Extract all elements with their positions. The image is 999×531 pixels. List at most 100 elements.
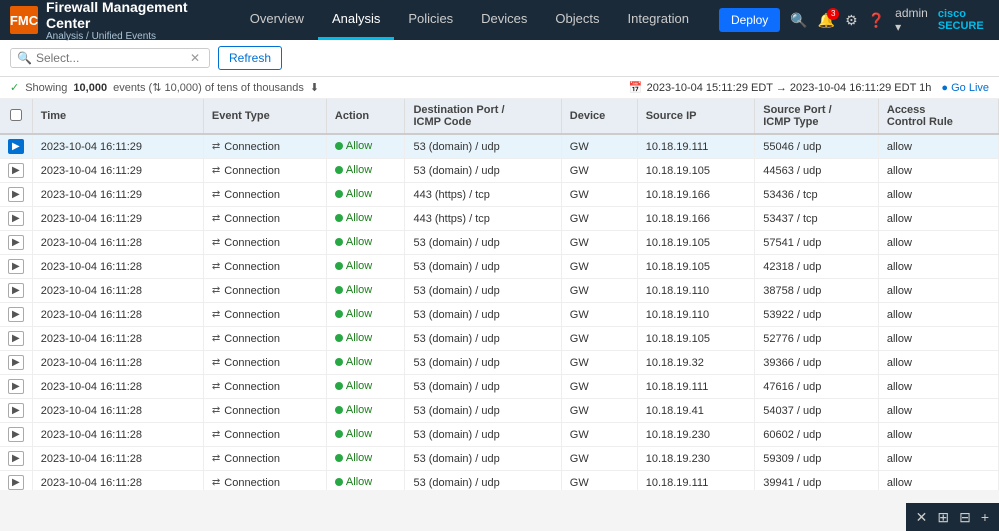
row-device: GW: [561, 183, 637, 207]
row-device: GW: [561, 255, 637, 279]
row-expand-cell[interactable]: ▶: [0, 183, 32, 207]
row-time: 2023-10-04 16:11:28: [32, 375, 203, 399]
search-icon[interactable]: 🔍: [790, 12, 807, 29]
row-expand-cell[interactable]: ▶: [0, 159, 32, 183]
row-expand-cell[interactable]: ▶: [0, 207, 32, 231]
row-expand-cell[interactable]: ▶: [0, 231, 32, 255]
row-time: 2023-10-04 16:11:29: [32, 159, 203, 183]
row-expand-cell[interactable]: ▶: [0, 303, 32, 327]
col-source-ip[interactable]: Source IP: [637, 99, 755, 134]
connection-icon: ⇄: [212, 261, 220, 272]
connection-icon: ⇄: [212, 477, 220, 488]
select-all-header[interactable]: [0, 99, 32, 134]
row-expand-button[interactable]: ▶: [8, 403, 24, 418]
help-icon[interactable]: ❓: [868, 12, 885, 29]
col-action[interactable]: Action: [326, 99, 405, 134]
row-source-port: 55046 / udp: [755, 134, 879, 159]
row-source-ip: 10.18.19.105: [637, 231, 755, 255]
row-event-type: ⇄ Connection: [203, 471, 326, 491]
table-row: ▶ 2023-10-04 16:11:28 ⇄ Connection Allow…: [0, 423, 999, 447]
row-expand-button[interactable]: ▶: [8, 187, 24, 202]
row-expand-cell[interactable]: ▶: [0, 447, 32, 471]
nav-analysis[interactable]: Analysis: [318, 0, 394, 40]
row-dest-port: 53 (domain) / udp: [405, 255, 561, 279]
row-expand-button[interactable]: ▶: [8, 235, 24, 250]
row-expand-cell[interactable]: ▶: [0, 134, 32, 159]
nav-integration[interactable]: Integration: [614, 0, 703, 40]
row-expand-button[interactable]: ▶: [8, 451, 24, 466]
allow-dot: [335, 382, 343, 390]
row-action: Allow: [326, 399, 405, 423]
download-icon[interactable]: ⬇: [310, 81, 319, 94]
row-source-port: 42318 / udp: [755, 255, 879, 279]
notification-icon[interactable]: 🔔 3: [818, 12, 835, 29]
col-acr[interactable]: AccessControl Rule: [878, 99, 998, 134]
clear-search-icon[interactable]: ✕: [190, 51, 200, 65]
time-range[interactable]: 📅 2023-10-04 15:11:29 EDT → 2023-10-04 1…: [629, 81, 931, 94]
row-source-ip: 10.18.19.105: [637, 255, 755, 279]
row-source-port: 54037 / udp: [755, 399, 879, 423]
refresh-button[interactable]: Refresh: [218, 46, 282, 70]
row-source-ip: 10.18.19.105: [637, 159, 755, 183]
add-icon[interactable]: +: [981, 509, 989, 525]
row-expand-button[interactable]: ▶: [8, 259, 24, 274]
row-expand-cell[interactable]: ▶: [0, 351, 32, 375]
col-dest-port[interactable]: Destination Port /ICMP Code: [405, 99, 561, 134]
row-action: Allow: [326, 255, 405, 279]
col-source-port[interactable]: Source Port /ICMP Type: [755, 99, 879, 134]
row-expand-cell[interactable]: ▶: [0, 255, 32, 279]
nav-objects[interactable]: Objects: [541, 0, 613, 40]
close-icon[interactable]: ✕: [916, 509, 928, 526]
row-expand-button[interactable]: ▶: [8, 139, 24, 154]
deploy-button[interactable]: Deploy: [719, 8, 780, 32]
row-expand-cell[interactable]: ▶: [0, 423, 32, 447]
app-title: Firewall Management Center: [46, 0, 210, 31]
calendar-icon: 📅: [629, 81, 643, 94]
row-acr: allow: [878, 159, 998, 183]
nav-overview[interactable]: Overview: [236, 0, 318, 40]
row-expand-button[interactable]: ▶: [8, 307, 24, 322]
row-expand-cell[interactable]: ▶: [0, 399, 32, 423]
row-expand-button[interactable]: ▶: [8, 355, 24, 370]
events-table-container[interactable]: Time Event Type Action Destination Port …: [0, 99, 999, 490]
row-expand-button[interactable]: ▶: [8, 163, 24, 178]
nav-devices[interactable]: Devices: [467, 0, 541, 40]
allow-dot: [335, 262, 343, 270]
select-all-checkbox[interactable]: [10, 109, 22, 121]
row-device: GW: [561, 159, 637, 183]
col-device[interactable]: Device: [561, 99, 637, 134]
row-expand-cell[interactable]: ▶: [0, 279, 32, 303]
row-source-port: 57541 / udp: [755, 231, 879, 255]
col-time[interactable]: Time: [32, 99, 203, 134]
action-label: Allow: [346, 284, 372, 296]
row-source-ip: 10.18.19.41: [637, 399, 755, 423]
allow-dot: [335, 142, 343, 150]
row-expand-cell[interactable]: ▶: [0, 471, 32, 491]
nav-menu: Overview Analysis Policies Devices Objec…: [236, 0, 703, 40]
row-source-ip: 10.18.19.110: [637, 279, 755, 303]
row-expand-button[interactable]: ▶: [8, 211, 24, 226]
row-acr: allow: [878, 423, 998, 447]
row-source-ip: 10.18.19.111: [637, 471, 755, 491]
action-label: Allow: [346, 428, 372, 440]
row-expand-cell[interactable]: ▶: [0, 375, 32, 399]
settings-icon[interactable]: ⚙: [845, 12, 858, 29]
row-expand-button[interactable]: ▶: [8, 379, 24, 394]
go-live-button[interactable]: ● Go Live: [941, 82, 989, 94]
search-input[interactable]: [36, 51, 186, 65]
row-dest-port: 53 (domain) / udp: [405, 134, 561, 159]
row-expand-button[interactable]: ▶: [8, 427, 24, 442]
row-time: 2023-10-04 16:11:28: [32, 423, 203, 447]
allow-dot: [335, 430, 343, 438]
row-expand-button[interactable]: ▶: [8, 331, 24, 346]
row-expand-button[interactable]: ▶: [8, 475, 24, 490]
top-header: FMC Firewall Management Center Analysis …: [0, 0, 999, 40]
row-device: GW: [561, 375, 637, 399]
row-expand-button[interactable]: ▶: [8, 283, 24, 298]
admin-menu[interactable]: admin ▾: [895, 6, 928, 34]
col-event-type[interactable]: Event Type: [203, 99, 326, 134]
row-expand-cell[interactable]: ▶: [0, 327, 32, 351]
grid-icon[interactable]: ⊞: [937, 509, 949, 526]
minimize-icon[interactable]: ⊟: [959, 509, 971, 526]
nav-policies[interactable]: Policies: [394, 0, 467, 40]
